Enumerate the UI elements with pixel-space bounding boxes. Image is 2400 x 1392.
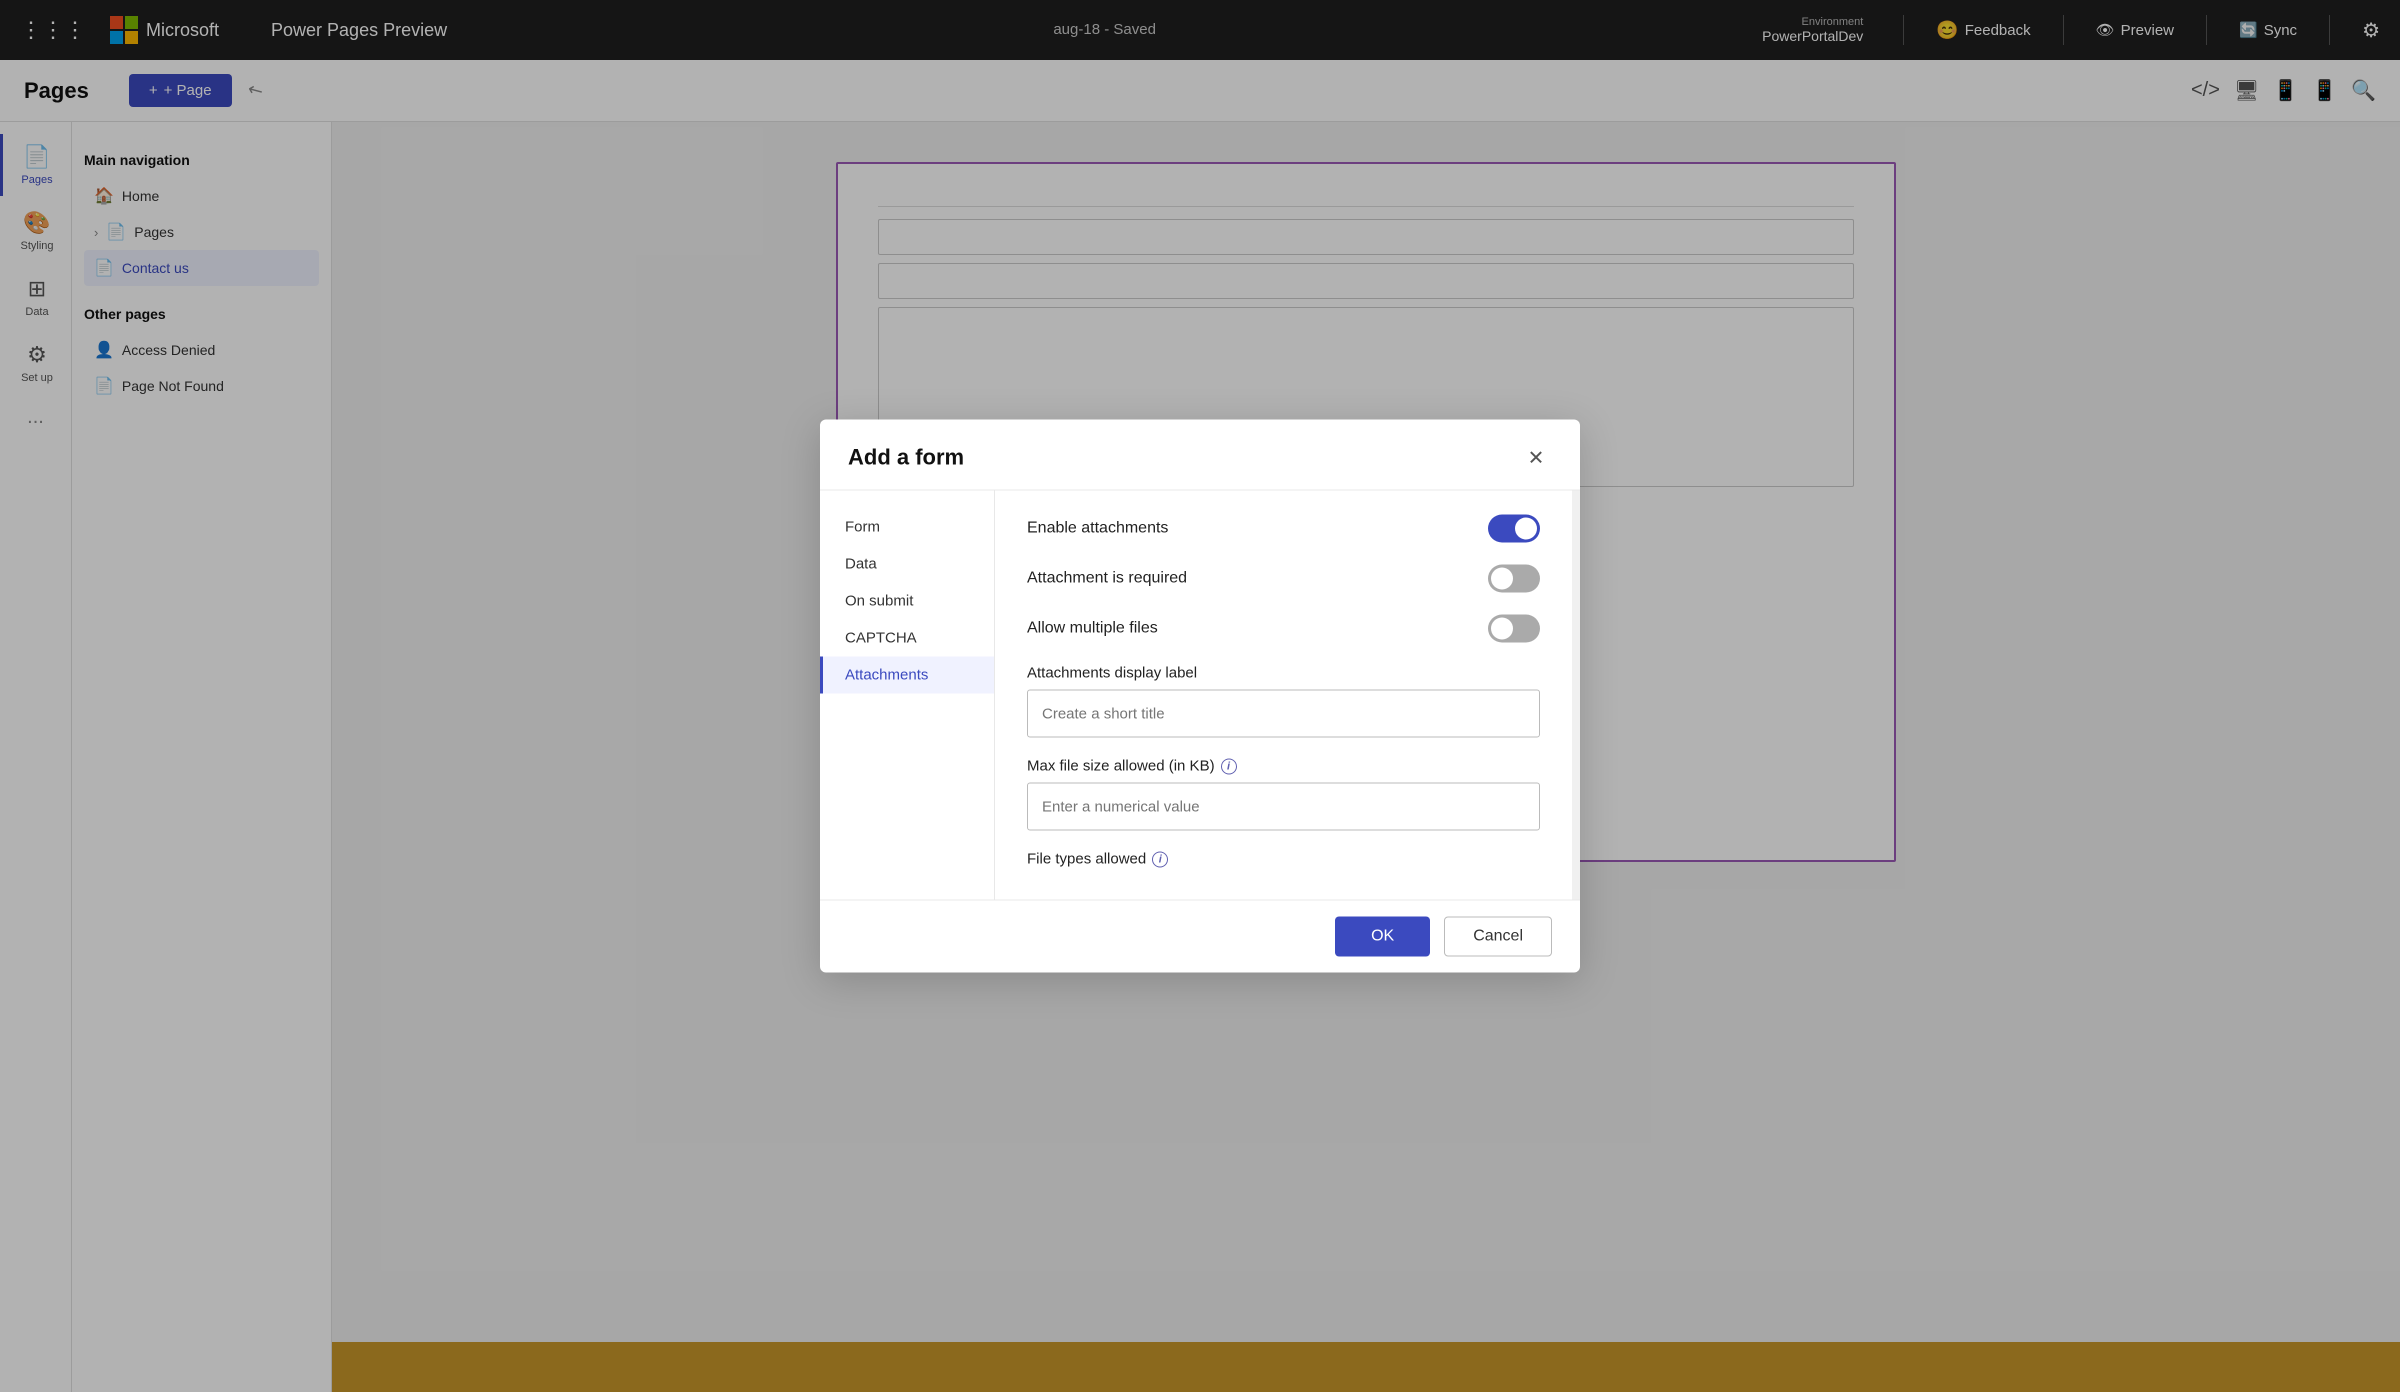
dialog-content-attachments: Enable attachments Attachment is require… — [995, 491, 1572, 900]
max-size-info-icon: i — [1221, 758, 1237, 774]
display-label-input[interactable] — [1027, 690, 1540, 738]
file-types-text: File types allowed — [1027, 851, 1146, 868]
allow-multiple-toggle[interactable] — [1488, 615, 1540, 643]
dialog-nav-on-submit[interactable]: On submit — [820, 583, 994, 620]
dialog-nav: Form Data On submit CAPTCHA Attachments — [820, 491, 995, 900]
toggle-knob-enable — [1515, 518, 1537, 540]
add-form-dialog: Add a form ✕ Form Data On submit CAPTCHA… — [820, 420, 1580, 973]
dialog-nav-attachments[interactable]: Attachments — [820, 657, 994, 694]
enable-attachments-label: Enable attachments — [1027, 520, 1168, 538]
attachment-required-toggle[interactable] — [1488, 565, 1540, 593]
attachment-required-label: Attachment is required — [1027, 570, 1187, 588]
attachment-required-row: Attachment is required — [1027, 565, 1540, 593]
dialog-header: Add a form ✕ — [820, 420, 1580, 491]
dialog-nav-form[interactable]: Form — [820, 509, 994, 546]
max-size-input[interactable] — [1027, 783, 1540, 831]
allow-multiple-row: Allow multiple files — [1027, 615, 1540, 643]
dialog-scrollbar[interactable] — [1572, 491, 1580, 900]
dialog-close-button[interactable]: ✕ — [1520, 442, 1552, 474]
file-types-label: File types allowed i — [1027, 851, 1540, 868]
dialog-nav-captcha[interactable]: CAPTCHA — [820, 620, 994, 657]
dialog-body: Form Data On submit CAPTCHA Attachments … — [820, 491, 1580, 900]
display-label-text: Attachments display label — [1027, 665, 1197, 682]
cancel-button[interactable]: Cancel — [1444, 917, 1552, 957]
max-size-label: Max file size allowed (in KB) i — [1027, 758, 1540, 775]
file-types-info-icon: i — [1152, 851, 1168, 867]
display-label-title: Attachments display label — [1027, 665, 1540, 682]
dialog-footer: OK Cancel — [820, 900, 1580, 973]
toggle-knob-required — [1491, 568, 1513, 590]
enable-attachments-row: Enable attachments — [1027, 515, 1540, 543]
enable-attachments-toggle[interactable] — [1488, 515, 1540, 543]
dialog-nav-data[interactable]: Data — [820, 546, 994, 583]
ok-button[interactable]: OK — [1335, 917, 1430, 957]
dialog-title: Add a form — [848, 445, 964, 471]
toggle-knob-multiple — [1491, 618, 1513, 640]
allow-multiple-label: Allow multiple files — [1027, 620, 1158, 638]
max-size-text: Max file size allowed (in KB) — [1027, 758, 1215, 775]
